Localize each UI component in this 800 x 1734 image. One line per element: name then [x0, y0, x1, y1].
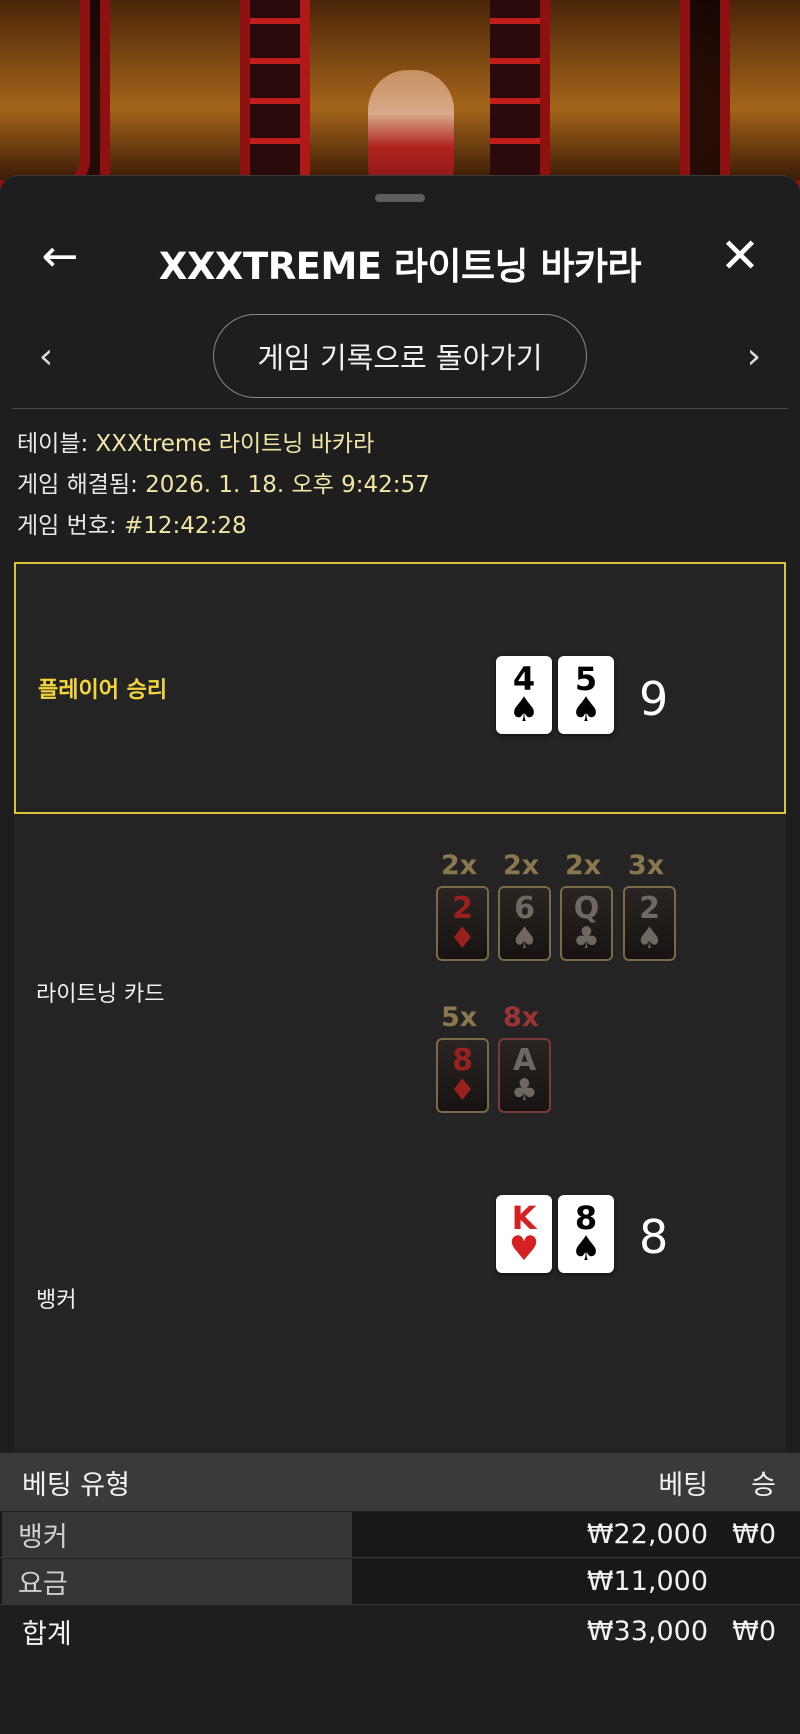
multiplier: 2x: [503, 850, 540, 881]
playing-card: 8 ♠: [558, 1195, 614, 1273]
background-arch: [100, 0, 250, 190]
background-arch: [540, 0, 690, 190]
resolved-info: 게임 해결됨: 2026. 1. 18. 오후 9:42:57: [17, 465, 430, 506]
player-result-panel: 플레이어 승리 4 ♠ 5 ♠ 9: [14, 562, 786, 814]
card-rank: 6: [514, 890, 535, 926]
lightning-card: Q ♣: [560, 886, 613, 961]
spade-icon: ♠: [636, 920, 663, 956]
resolved-info-value: 2026. 1. 18. 오후 9:42:57: [145, 472, 430, 498]
playing-card: 5 ♠: [558, 656, 614, 734]
live-video-background: [0, 0, 800, 200]
game-number-value: #12:42:28: [124, 513, 247, 539]
total-row: 합계 ₩33,000 ₩0: [0, 1606, 800, 1656]
multiplier: 5x: [441, 1002, 478, 1033]
playing-card: 4 ♠: [496, 656, 552, 734]
bet-amount: ₩11,000: [586, 1566, 708, 1597]
player-total: 9: [639, 672, 669, 726]
background-arch: [0, 0, 90, 190]
spade-icon: ♠: [511, 920, 538, 956]
lightning-card: 6 ♠: [498, 886, 551, 961]
game-number-info: 게임 번호: #12:42:28: [17, 506, 430, 547]
background-arch: [720, 0, 800, 190]
total-win: ₩0: [732, 1615, 776, 1647]
table-row: 요금 ₩11,000: [0, 1559, 800, 1605]
win-amount: ₩0: [732, 1519, 776, 1550]
back-arrow-icon[interactable]: ←: [32, 228, 88, 284]
chevron-right-icon[interactable]: ›: [734, 336, 774, 377]
diamond-icon: ♦: [449, 920, 476, 956]
multiplier: 2x: [565, 850, 602, 881]
card-rank: Q: [573, 890, 600, 926]
spade-icon: ♠: [508, 690, 540, 730]
game-info: 테이블: XXXtreme 라이트닝 바카라 게임 해결됨: 2026. 1. …: [17, 424, 430, 547]
spade-icon: ♠: [570, 690, 602, 730]
multiplier: 8x: [503, 1002, 540, 1033]
bet-amount: ₩22,000: [586, 1519, 708, 1550]
sheet-header: ← XXXTREME 라이트닝 바카라 ✕: [0, 206, 800, 306]
card-rank: 2: [639, 890, 660, 926]
spade-icon: ♠: [570, 1229, 602, 1269]
banker-total: 8: [639, 1210, 669, 1264]
diamond-icon: ♦: [449, 1072, 476, 1108]
column-header-bet: 베팅: [658, 1469, 708, 1501]
club-icon: ♣: [573, 920, 600, 956]
banker-label: 뱅커: [36, 1288, 77, 1313]
page-title: XXXTREME 라이트닝 바카라: [158, 245, 642, 288]
total-label: 합계: [22, 1618, 72, 1650]
card-rank: 8: [452, 1042, 473, 1078]
chevron-left-icon[interactable]: ‹: [26, 336, 66, 377]
bet-type: 뱅커: [18, 1522, 68, 1553]
history-nav: ‹ 게임 기록으로 돌아가기 ›: [0, 314, 800, 404]
return-to-history-button[interactable]: 게임 기록으로 돌아가기: [213, 314, 587, 398]
playing-card: K ♥: [496, 1195, 552, 1273]
game-number-label: 게임 번호:: [17, 513, 125, 539]
club-icon: ♣: [511, 1072, 538, 1108]
resolved-info-label: 게임 해결됨:: [17, 472, 146, 498]
lightning-card: A ♣: [498, 1038, 551, 1113]
column-header-type: 베팅 유형: [22, 1469, 130, 1501]
table-info: 테이블: XXXtreme 라이트닝 바카라: [17, 424, 430, 465]
table-header: 베팅 유형 베팅 승: [0, 1453, 800, 1511]
multiplier: 3x: [628, 850, 665, 881]
drag-handle[interactable]: [375, 194, 425, 202]
dealer-figure: [368, 70, 454, 180]
total-bet: ₩33,000: [586, 1615, 708, 1647]
multiplier: 2x: [441, 850, 478, 881]
close-icon[interactable]: ✕: [712, 228, 768, 284]
lightning-card: 8 ♦: [436, 1038, 489, 1113]
card-rank: A: [512, 1042, 537, 1078]
lightning-cards-panel: 라이트닝 카드 2x 2 ♦ 2x 6 ♠ 2x Q ♣ 3x 2 ♠ 5x 8…: [14, 814, 786, 1134]
heart-icon: ♥: [508, 1229, 540, 1269]
player-win-label: 플레이어 승리: [38, 678, 168, 703]
banker-result-panel: 뱅커 K ♥ 8 ♠ 8: [14, 1134, 786, 1464]
divider: [12, 408, 788, 409]
lightning-card: 2 ♠: [623, 886, 676, 961]
table-info-label: 테이블:: [17, 431, 96, 457]
lightning-cards-label: 라이트닝 카드: [36, 982, 165, 1007]
card-rank: 2: [452, 890, 473, 926]
table-info-value: XXXtreme 라이트닝 바카라: [95, 431, 375, 457]
lightning-card: 2 ♦: [436, 886, 489, 961]
table-row: 뱅커 ₩22,000 ₩0: [0, 1512, 800, 1558]
column-header-win: 승: [751, 1469, 776, 1501]
bet-type: 요금: [18, 1569, 68, 1600]
